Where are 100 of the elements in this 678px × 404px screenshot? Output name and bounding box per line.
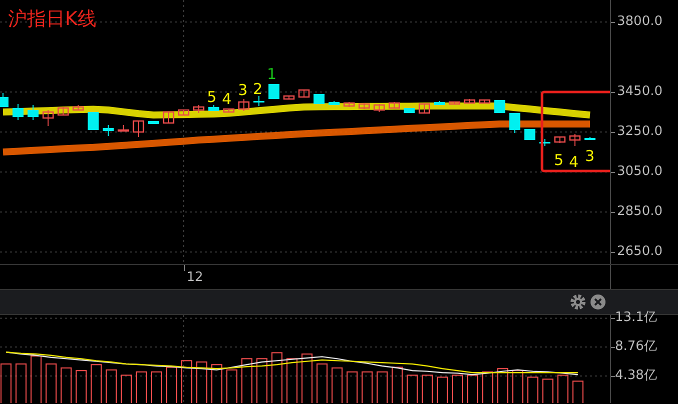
candle-body [162,111,174,124]
candle-wick [198,104,200,114]
volume-bar [512,370,524,403]
volume-bar [241,358,252,403]
volume-bar [497,368,508,403]
axis-label: 3450.0 [617,84,662,100]
volume-bar [76,370,87,403]
candle-wick [243,98,244,112]
volume-bar [106,369,117,403]
signal-number: 5 [207,89,217,105]
date-label: 12 [186,270,204,286]
candle-body [223,108,234,113]
candle-wick [32,104,34,120]
candle-body [283,95,295,100]
candle-wick [378,104,380,112]
candle-body [72,106,84,111]
signal-number: 1 [267,66,277,82]
candle-wick [559,136,560,144]
signal-number: 2 [253,81,263,97]
candle-body [58,107,69,116]
candle-body [494,100,506,113]
candle-body [208,107,220,111]
candle-body [314,94,325,104]
volume-bar [256,358,268,403]
volume-bar [332,367,343,403]
candle-wick [348,102,350,108]
volume-bar [452,374,464,403]
axis-label: 8.76亿 [615,339,657,356]
volume-bar [346,371,358,403]
candle-wick [183,110,184,116]
volume-bar [271,352,282,403]
candle-wick [48,110,49,126]
volume-bar [30,355,42,403]
axis-label: 3800.0 [617,14,662,30]
candle-wick [18,104,19,120]
volume-bar [422,374,433,403]
volume-bar [166,366,178,403]
volume-bar [196,361,208,403]
axis-label: 3050.0 [617,164,662,180]
volume-bar [226,369,238,403]
candle-body [464,99,476,104]
candle-body [42,111,54,119]
candle-body [388,102,400,109]
volume-bar [527,376,538,403]
volume-bar [316,363,328,403]
volume-bar [46,363,57,403]
candle-wick [78,104,79,110]
candle-body [478,99,490,104]
candle-body [102,128,114,131]
volume-bar [90,364,102,403]
candle-body [118,129,130,132]
candle-body [0,97,8,107]
close-icon[interactable] [590,294,606,310]
signal-number: 3 [238,82,248,98]
candle-body [358,103,370,109]
signal-number: 5 [554,152,564,168]
candle-wick [108,124,109,136]
axis-label: 3250.0 [617,124,662,140]
volume-bar [286,358,298,403]
candle-body [344,102,355,107]
candle-wick [168,112,170,124]
volume-bar [542,378,554,403]
volume-bar [406,374,418,403]
candle-body [328,102,340,105]
candle-wick [394,102,395,108]
candle-body [418,103,430,114]
candle-body [569,135,581,141]
volume-bar [211,364,222,403]
candle-wick [424,104,425,114]
volume-bar [557,374,568,403]
axis-label: 2850.0 [617,204,662,220]
signal-number: 4 [222,91,232,107]
candle-body [88,112,99,130]
volume-bar [436,376,448,403]
candle-body [238,101,250,110]
volume-bar [572,380,584,403]
volume-bar [0,363,12,403]
candle-body [374,104,385,111]
volume-bar [376,371,388,403]
candle-body [178,109,190,116]
candle-wick [364,102,365,110]
candle-body [193,106,204,111]
volume-bar [120,374,132,403]
candle-wick [228,108,230,112]
settings-icon[interactable] [570,294,586,310]
candle-body [28,110,39,117]
candle-body [554,136,566,143]
volume-bar [16,363,27,403]
signal-number: 4 [569,154,579,170]
candle-wick [469,98,470,104]
axis-label: 4.38亿 [615,368,657,384]
candle-body [404,108,415,113]
candle-body [298,89,310,98]
candle-wick [122,124,124,132]
candle-body [509,113,520,130]
candle-body [12,108,24,117]
chart-title: 沪指日K线 [8,7,96,31]
candle-body [132,120,144,133]
candle-body [524,129,536,140]
volume-bar [482,371,494,403]
